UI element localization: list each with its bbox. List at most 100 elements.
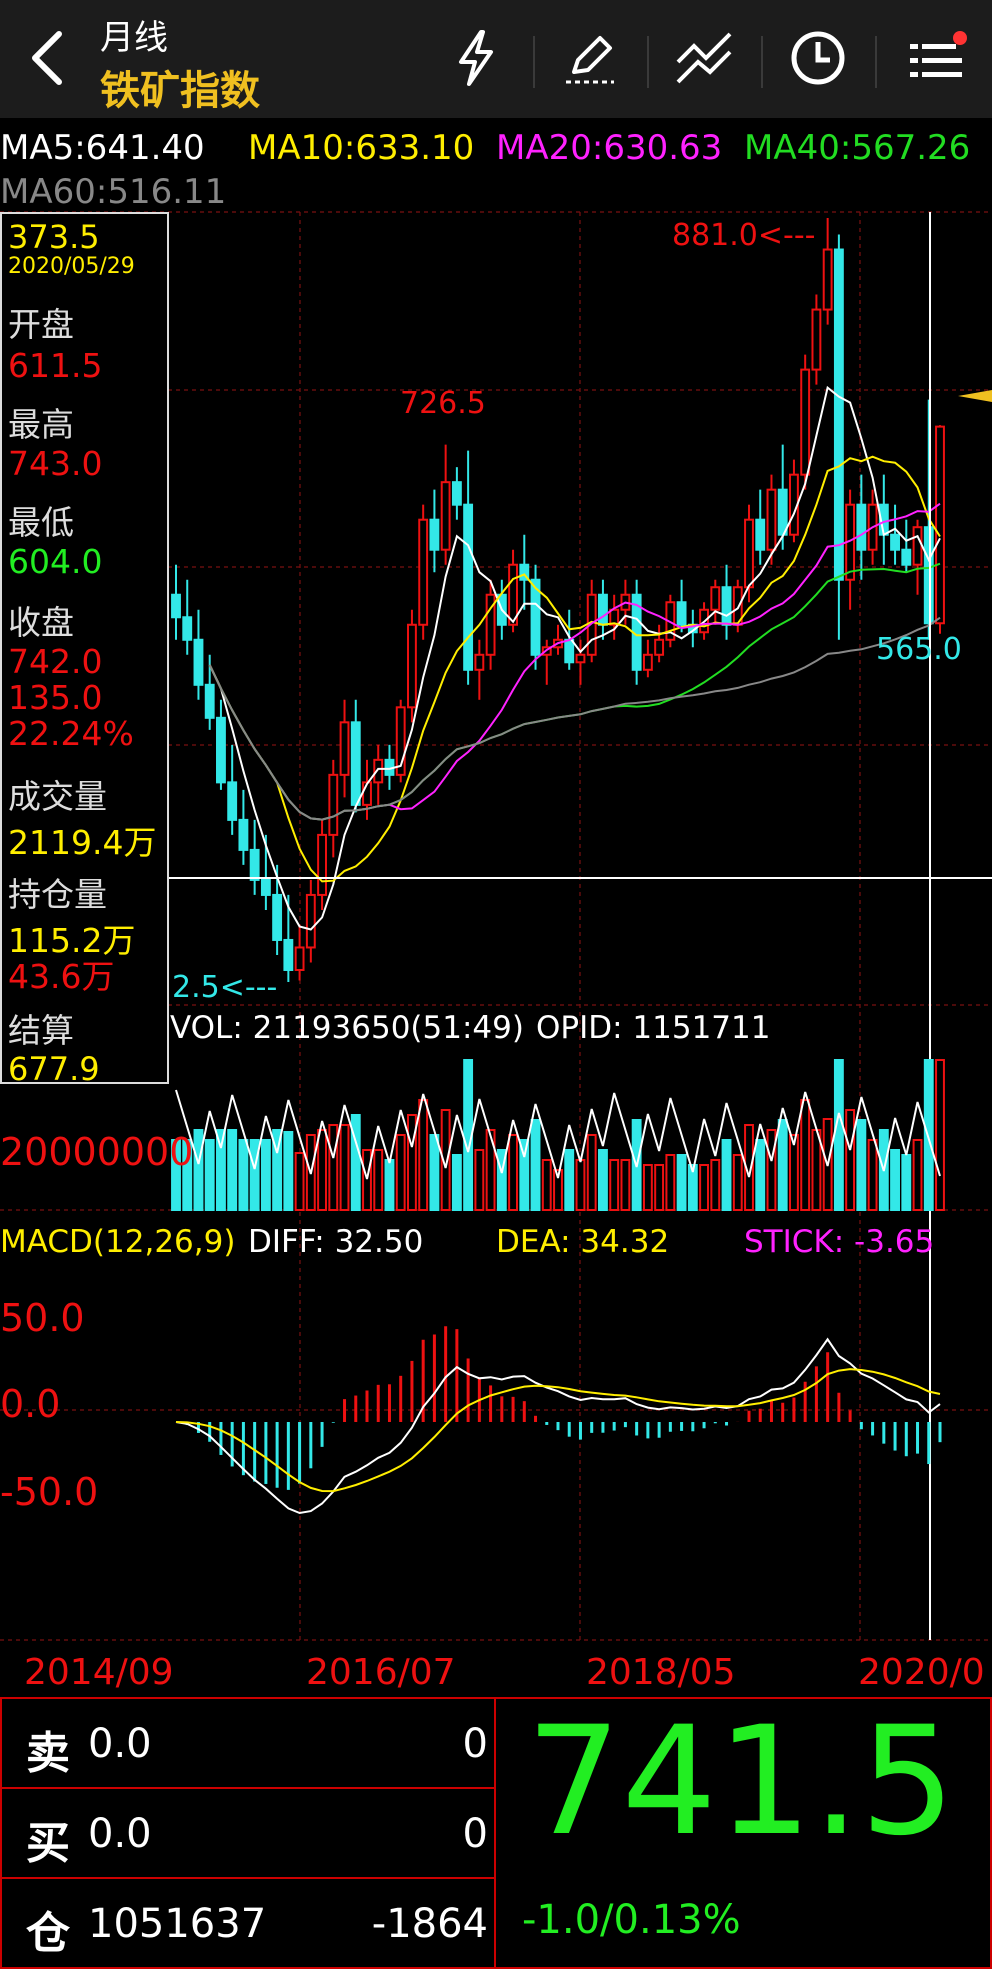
macd-axis-neg50: -50.0 — [0, 1470, 99, 1514]
candle-body — [923, 526, 934, 625]
volume-bar — [339, 1124, 350, 1211]
candle-body — [710, 586, 721, 611]
candle-body — [182, 616, 193, 641]
quote-panel: 卖 0.0 0 买 0.0 0 仓 1051637 -1864 741.5 -1… — [0, 1697, 992, 1969]
sell-label: 卖 — [26, 1728, 70, 1779]
oi-change: 43.6万 — [8, 957, 115, 996]
candle-body — [811, 308, 822, 371]
volume-bar — [766, 1129, 777, 1211]
candle-body — [642, 653, 653, 671]
candle-body — [429, 518, 440, 551]
oi-label: 持仓量 — [8, 875, 107, 914]
sell-price: 0.0 — [88, 1721, 152, 1767]
volume-bar — [283, 1131, 294, 1211]
volume-bar — [373, 1149, 384, 1211]
sell-qty: 0 — [462, 1721, 488, 1767]
date-label: 2014/09 — [24, 1652, 174, 1693]
candle-body — [328, 773, 339, 836]
volume-bar — [609, 1159, 620, 1211]
volume-bar — [362, 1149, 372, 1211]
low-value: 604.0 — [8, 542, 103, 581]
volume-bar — [294, 1152, 305, 1211]
buy-row[interactable]: 买 0.0 0 — [0, 1787, 496, 1879]
candle-body — [755, 518, 766, 551]
macd-histogram — [185, 1326, 942, 1490]
volume-bar — [451, 1154, 462, 1211]
close-value: 742.0 — [8, 642, 103, 681]
low-label: 最低 — [8, 503, 74, 542]
cursor-date: 2020/05/29 — [8, 254, 135, 279]
pen-icon[interactable] — [554, 22, 626, 94]
candle-body — [654, 638, 665, 656]
clock-icon[interactable] — [782, 22, 854, 94]
close-label: 收盘 — [8, 603, 74, 642]
candle-body — [463, 503, 474, 671]
candle-body — [305, 893, 316, 949]
candle-body — [350, 721, 361, 806]
menu-icon[interactable] — [900, 22, 972, 94]
buy-price: 0.0 — [88, 1811, 152, 1857]
volume-bar — [474, 1149, 485, 1211]
volume-bar — [811, 1129, 822, 1211]
volume-bar — [575, 1159, 586, 1211]
candle-body — [474, 653, 485, 671]
volume-bar — [328, 1124, 339, 1211]
volume-bar — [418, 1099, 429, 1211]
lightning-icon[interactable] — [440, 22, 512, 94]
last-price-box[interactable]: 741.5 -1.0/0.13% — [494, 1697, 992, 1969]
top-bar: 月线 铁矿指数 — [0, 0, 992, 118]
buy-qty: 0 — [462, 1811, 488, 1857]
draw-line-icon[interactable] — [668, 22, 740, 94]
oi-value: 1051637 — [88, 1901, 267, 1947]
back-icon[interactable] — [12, 22, 84, 94]
candle-body — [204, 683, 215, 719]
ma40-line — [208, 562, 941, 821]
candle-body — [249, 848, 260, 881]
volume-bar — [395, 1134, 406, 1211]
volume-bar — [564, 1149, 575, 1211]
candle-body — [317, 833, 327, 896]
volume-bar — [845, 1109, 856, 1211]
sell-row[interactable]: 卖 0.0 0 — [0, 1697, 496, 1789]
volume-bar — [800, 1099, 811, 1211]
high-label: 最高 — [8, 405, 74, 444]
ma40-mark: 565.0 — [876, 632, 962, 667]
volume-bar — [508, 1134, 518, 1211]
volume-label: 成交量 — [8, 777, 107, 816]
volume-value: 2119.4万 — [8, 823, 157, 862]
volume-bar — [384, 1159, 395, 1211]
high-mark: 881.0<--- — [672, 218, 816, 253]
macd-axis-50: 50.0 — [0, 1296, 85, 1340]
volume-bar — [721, 1139, 732, 1211]
volume-bars — [171, 1059, 945, 1211]
macd-title: MACD(12,26,9) — [0, 1224, 236, 1260]
ma10-line — [208, 455, 941, 883]
volume-bar — [732, 1154, 743, 1211]
candles — [171, 218, 945, 982]
volume-bar — [586, 1134, 597, 1211]
volume-bar — [620, 1159, 631, 1211]
candle-body — [822, 248, 833, 311]
candle-body — [890, 533, 900, 551]
candle-body — [440, 481, 451, 551]
volume-bar — [890, 1149, 900, 1211]
settle-label: 结算 — [8, 1011, 74, 1050]
volume-bar — [204, 1139, 215, 1211]
volume-bar — [833, 1059, 844, 1211]
macd-axis-0: 0.0 — [0, 1382, 61, 1426]
candle-body — [744, 518, 754, 589]
last-price: 741.5 — [526, 1695, 956, 1869]
open-interest-row[interactable]: 仓 1051637 -1864 — [0, 1877, 496, 1969]
candle-body — [777, 488, 788, 536]
mid-high-mark: 726.5 — [400, 386, 486, 421]
instrument-title[interactable]: 铁矿指数 — [100, 58, 260, 116]
volume-bar — [654, 1164, 665, 1211]
volume-bar — [227, 1129, 238, 1211]
vol-readout: VOL: 21193650(51:49) — [170, 1010, 524, 1046]
opid-readout: OPID: 1151711 — [536, 1010, 771, 1046]
ma20-legend: MA20:630.63 — [496, 128, 723, 168]
date-label: 2016/07 — [306, 1652, 456, 1693]
ma60-legend: MA60:516.11 — [0, 172, 227, 212]
volume-bar — [642, 1164, 653, 1211]
volume-bar — [249, 1139, 260, 1211]
